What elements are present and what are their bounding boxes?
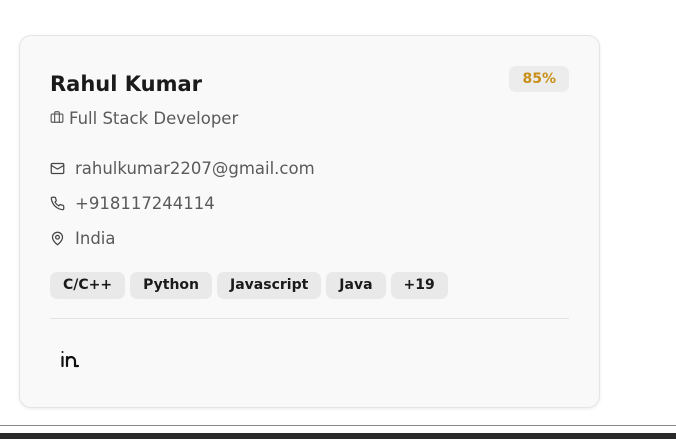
skill-tag: Python [130,272,213,299]
email-row: rahulkumar2207@gmail.com [50,157,315,181]
role-label: Full Stack Developer [69,109,239,128]
email-text: rahulkumar2207@gmail.com [75,159,315,178]
card-divider [50,318,569,319]
skill-tag: Javascript [217,272,322,299]
page-divider [0,425,676,426]
mail-icon [50,161,66,177]
bottom-bar [0,433,676,439]
skill-tag: Java [326,272,386,299]
phone-text: +918117244114 [75,194,215,213]
skill-tag: C/C++ [50,272,126,299]
phone-row: +918117244114 [50,192,215,216]
match-score-badge: 85% [509,66,569,92]
location-row: India [50,227,116,251]
skill-tags: C/C++ Python Javascript Java +19 [50,272,453,299]
linkedin-icon[interactable] [58,348,82,370]
candidate-name: Rahul Kumar [50,72,203,96]
map-pin-icon [50,231,66,247]
candidate-card[interactable]: Rahul Kumar 85% Full Stack Developer rah… [19,35,600,408]
candidate-role: Full Stack Developer [50,107,238,131]
more-skills-tag[interactable]: +19 [390,272,448,299]
briefcase-icon [50,107,64,131]
phone-icon [50,196,66,212]
location-text: India [75,229,116,248]
